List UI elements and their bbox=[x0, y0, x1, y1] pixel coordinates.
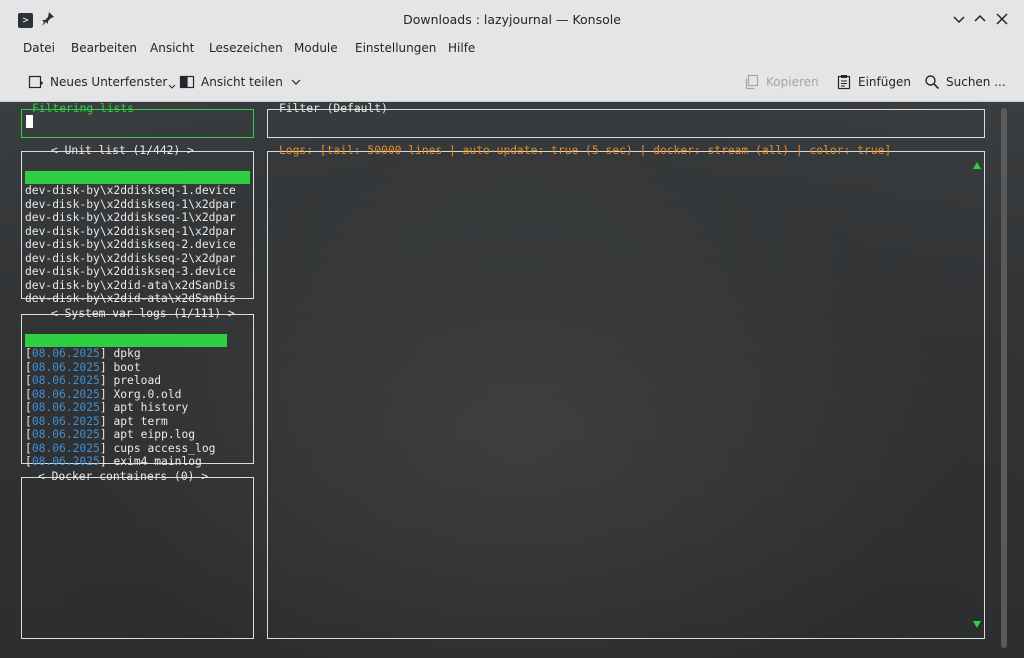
filter-title: Filter (Default) bbox=[279, 102, 388, 115]
log-name: apt history bbox=[113, 401, 189, 414]
copy-label: Kopieren bbox=[766, 75, 819, 89]
logs-title: Logs: [tail: 50000 lines | auto-update: … bbox=[279, 144, 892, 157]
logs-panel[interactable]: Logs: [tail: 50000 lines | auto-update: … bbox=[267, 144, 985, 639]
copy-icon bbox=[745, 74, 759, 90]
title-bar: > Downloads : lazyjournal — Konsole bbox=[0, 0, 1024, 40]
log-name: Xorg.0.old bbox=[113, 387, 182, 401]
new-tab-button[interactable]: Neues Unterfenster bbox=[28, 72, 182, 92]
list-item[interactable]: dev-disk-by\x2ddiskseq-1\x2dpar bbox=[25, 211, 250, 225]
terminal-area[interactable]: Filtering lists Filter (Default) < Unit … bbox=[0, 102, 1024, 658]
list-item[interactable]: [08.06.2025] apt eipp.log bbox=[25, 428, 227, 442]
log-date: 08.06.2025 bbox=[31, 387, 100, 401]
filter-panel[interactable]: Filter (Default) bbox=[267, 102, 985, 138]
list-item[interactable]: dev-disk-by\x2ddiskseq-2\x2dpar bbox=[25, 252, 250, 266]
window-title: Downloads : lazyjournal — Konsole bbox=[403, 12, 621, 27]
new-tab-icon bbox=[28, 75, 43, 89]
menu-lesezeichen[interactable]: Lesezeichen bbox=[209, 41, 283, 55]
list-item[interactable]: [08.06.2025] Xorg.0.old bbox=[25, 388, 227, 402]
split-view-icon bbox=[179, 75, 195, 89]
scroll-up-arrow-icon[interactable] bbox=[973, 162, 981, 169]
list-item[interactable]: dev-disk-by\x2ddiskseq-1.device bbox=[25, 184, 250, 198]
list-item[interactable]: dev-disk-by\x2ddiskseq-3.device bbox=[25, 265, 250, 279]
log-name: apt eipp.log bbox=[113, 428, 196, 441]
paste-icon bbox=[837, 75, 851, 90]
chevron-down-icon[interactable] bbox=[950, 10, 968, 28]
list-item[interactable]: dev-disk-by\x2did-ata\x2dSanDis bbox=[25, 279, 250, 293]
paste-label: Einfügen bbox=[858, 75, 911, 89]
toolbar: Neues Unterfenster Ansicht teilen Kopier… bbox=[0, 60, 1024, 102]
log-date: 08.06.2025 bbox=[31, 455, 100, 468]
filtering-lists-title: Filtering lists bbox=[32, 102, 135, 115]
list-item[interactable]: dev-disk-by\x2ddiskseq-2.device bbox=[25, 238, 250, 252]
chevron-up-icon[interactable] bbox=[971, 10, 989, 28]
search-icon bbox=[925, 75, 940, 90]
unit-list-panel[interactable]: < Unit list (1/442) > dev-disk-by\x2ddis… bbox=[21, 144, 254, 305]
filtering-lists-panel[interactable]: Filtering lists bbox=[21, 102, 254, 138]
log-date: 08.06.2025 bbox=[31, 401, 100, 414]
log-name: preload bbox=[113, 374, 162, 387]
menu-einstellungen[interactable]: Einstellungen bbox=[355, 41, 436, 55]
log-name: apt term bbox=[113, 414, 168, 428]
log-name: boot bbox=[113, 360, 141, 374]
log-date: 08.06.2025 bbox=[31, 360, 100, 374]
list-item[interactable]: dev-disk-by\x2ddiskseq-1\x2dpar bbox=[25, 225, 250, 239]
log-date: 08.06.2025 bbox=[31, 374, 100, 387]
log-date: 08.06.2025 bbox=[31, 428, 100, 441]
list-item[interactable]: dev-disk-by\x2did-ata\x2dSanDis bbox=[25, 292, 250, 306]
system-logs-title: < System var logs (1/111) > bbox=[51, 307, 235, 320]
log-name: exim4 mainlog bbox=[113, 455, 202, 468]
logs-scrollbar[interactable] bbox=[973, 162, 981, 628]
split-view-button[interactable]: Ansicht teilen bbox=[179, 72, 307, 92]
menu-module[interactable]: Module bbox=[294, 41, 338, 55]
konsole-scrollbar[interactable] bbox=[1000, 102, 1008, 658]
find-label: Suchen ... bbox=[946, 75, 1006, 89]
list-item[interactable]: dev-disk-by\x2ddiskseq-1\x2dpar bbox=[25, 198, 250, 212]
split-view-label: Ansicht teilen bbox=[201, 75, 283, 89]
text-cursor bbox=[26, 115, 33, 128]
system-logs-panel[interactable]: < System var logs (1/111) > [08.06.2025]… bbox=[21, 307, 254, 468]
list-item[interactable]: [08.06.2025] cups access_log bbox=[25, 442, 227, 456]
docker-panel[interactable]: < Docker containers (0) > bbox=[21, 470, 254, 639]
log-date: 08.06.2025 bbox=[31, 441, 100, 455]
list-item[interactable]: [08.06.2025] dpkg bbox=[25, 347, 227, 361]
list-item[interactable]: [08.06.2025] preload bbox=[25, 374, 227, 388]
list-item[interactable]: [08.06.2025] exim4 mainlog bbox=[25, 455, 227, 469]
scrollbar-thumb[interactable] bbox=[1001, 108, 1007, 648]
unit-selected-row[interactable] bbox=[25, 170, 250, 184]
menu-hilfe[interactable]: Hilfe bbox=[448, 41, 475, 55]
list-item[interactable]: [08.06.2025] boot bbox=[25, 361, 227, 375]
close-icon[interactable] bbox=[993, 10, 1011, 28]
menu-ansicht[interactable]: Ansicht bbox=[150, 41, 194, 55]
docker-title: < Docker containers (0) > bbox=[38, 470, 209, 483]
menu-bar: Datei Bearbeiten Ansicht Lesezeichen Mod… bbox=[0, 36, 1024, 60]
chevron-down-icon[interactable] bbox=[291, 77, 301, 87]
new-tab-label: Neues Unterfenster bbox=[50, 75, 168, 89]
log-name: cups access_log bbox=[113, 441, 216, 455]
syslog-selected-row[interactable] bbox=[25, 333, 227, 347]
find-button[interactable]: Suchen ... bbox=[924, 72, 1006, 92]
menu-datei[interactable]: Datei bbox=[23, 41, 55, 55]
log-name: dpkg bbox=[113, 347, 141, 360]
log-date: 08.06.2025 bbox=[31, 347, 100, 360]
paste-button[interactable]: Einfügen bbox=[836, 72, 911, 92]
list-item[interactable]: [08.06.2025] apt history bbox=[25, 401, 227, 415]
list-item[interactable]: [08.06.2025] apt term bbox=[25, 415, 227, 429]
scroll-down-arrow-icon[interactable] bbox=[973, 621, 981, 628]
log-date: 08.06.2025 bbox=[31, 414, 100, 428]
chevron-down-icon bbox=[168, 84, 176, 89]
unit-list-title: < Unit list (1/442) > bbox=[51, 144, 194, 157]
copy-button[interactable]: Kopieren bbox=[744, 72, 819, 92]
menu-bearbeiten[interactable]: Bearbeiten bbox=[71, 41, 137, 55]
